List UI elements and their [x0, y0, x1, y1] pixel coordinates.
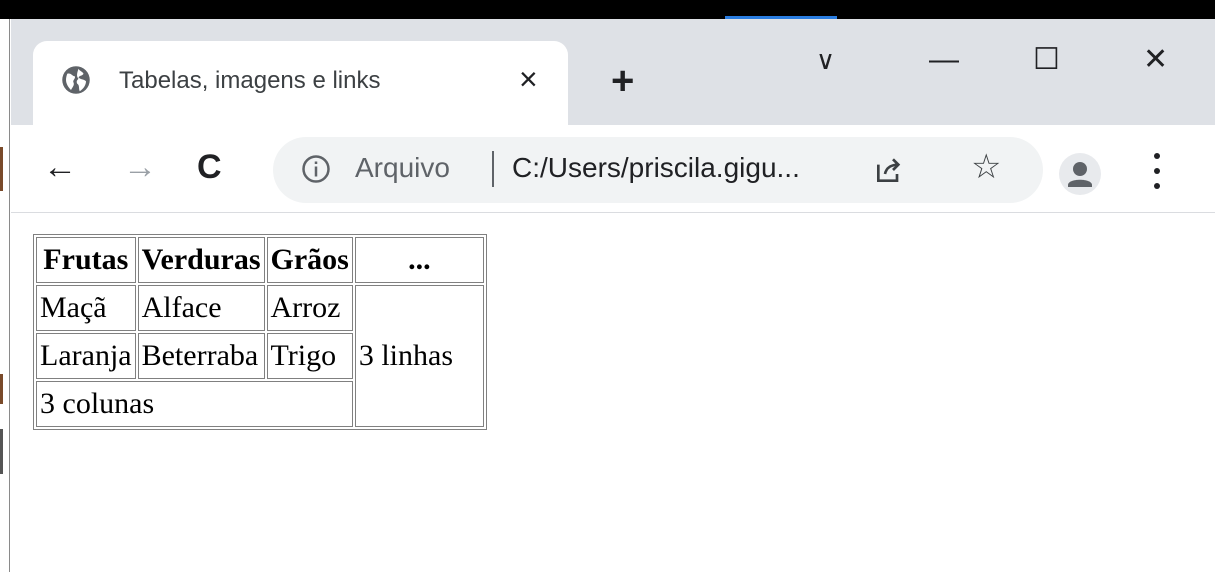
table-header-cell: Grãos — [266, 237, 353, 283]
table-cell: Trigo — [266, 333, 353, 379]
table-header-cell: Frutas — [36, 237, 136, 283]
table-cell: Alface — [137, 285, 265, 331]
person-icon — [1068, 162, 1092, 187]
info-icon[interactable] — [301, 154, 331, 184]
left-edge — [0, 19, 10, 572]
reload-button[interactable]: C — [197, 149, 222, 185]
table-header-row: Frutas Verduras Grãos ... — [36, 237, 484, 283]
omnibox-separator — [492, 151, 494, 187]
browser-toolbar: ← → C Arquivo C:/Users/priscila.gigu... … — [11, 125, 1215, 213]
globe-icon — [62, 66, 90, 94]
browser-window: Tabelas, imagens e links × + ∨ — ☐ ✕ ← →… — [11, 19, 1215, 572]
maximize-button[interactable]: ☐ — [1033, 45, 1060, 75]
table-cell: Maçã — [36, 285, 136, 331]
address-bar[interactable]: Arquivo C:/Users/priscila.gigu... ☆ — [273, 137, 1043, 203]
table-row: Maçã Alface Arroz 3 linhas — [36, 285, 484, 427]
tab-close-icon[interactable]: × — [519, 61, 538, 97]
share-icon[interactable] — [873, 154, 905, 186]
forward-button[interactable]: → — [123, 149, 157, 185]
minimize-button[interactable]: — — [929, 45, 959, 75]
tab-title: Tabelas, imagens e links — [119, 67, 381, 94]
menu-more-icon[interactable] — [1151, 153, 1163, 193]
edge-mark — [0, 429, 3, 474]
tab-search-chevron-icon[interactable]: ∨ — [816, 45, 835, 75]
edge-mark — [0, 374, 3, 404]
back-button[interactable]: ← — [43, 149, 77, 185]
url-text[interactable]: C:/Users/priscila.gigu... — [512, 152, 800, 184]
colspan-cell: 3 colunas — [36, 381, 353, 427]
table-cell: Arroz — [266, 285, 353, 331]
profile-avatar[interactable] — [1059, 153, 1101, 195]
screen-top-bar — [0, 0, 1215, 19]
table-header-cell: Verduras — [137, 237, 265, 283]
scheme-label: Arquivo — [355, 152, 450, 183]
table-cell: Laranja — [36, 333, 136, 379]
page-content: Frutas Verduras Grãos ... Maçã Alface Ar… — [11, 214, 1215, 572]
rowspan-cell: 3 linhas — [354, 285, 484, 427]
food-table: Frutas Verduras Grãos ... Maçã Alface Ar… — [33, 234, 487, 430]
close-window-button[interactable]: ✕ — [1143, 45, 1168, 75]
edge-mark — [0, 147, 3, 191]
bookmark-star-icon[interactable]: ☆ — [971, 149, 1001, 185]
tab-strip: Tabelas, imagens e links × + ∨ — ☐ ✕ — [11, 19, 1215, 125]
tab-tabelas[interactable]: Tabelas, imagens e links × — [33, 41, 568, 125]
table-header-cell: ... — [354, 237, 484, 283]
new-tab-button[interactable]: + — [611, 61, 634, 101]
table-cell: Beterraba — [137, 333, 265, 379]
